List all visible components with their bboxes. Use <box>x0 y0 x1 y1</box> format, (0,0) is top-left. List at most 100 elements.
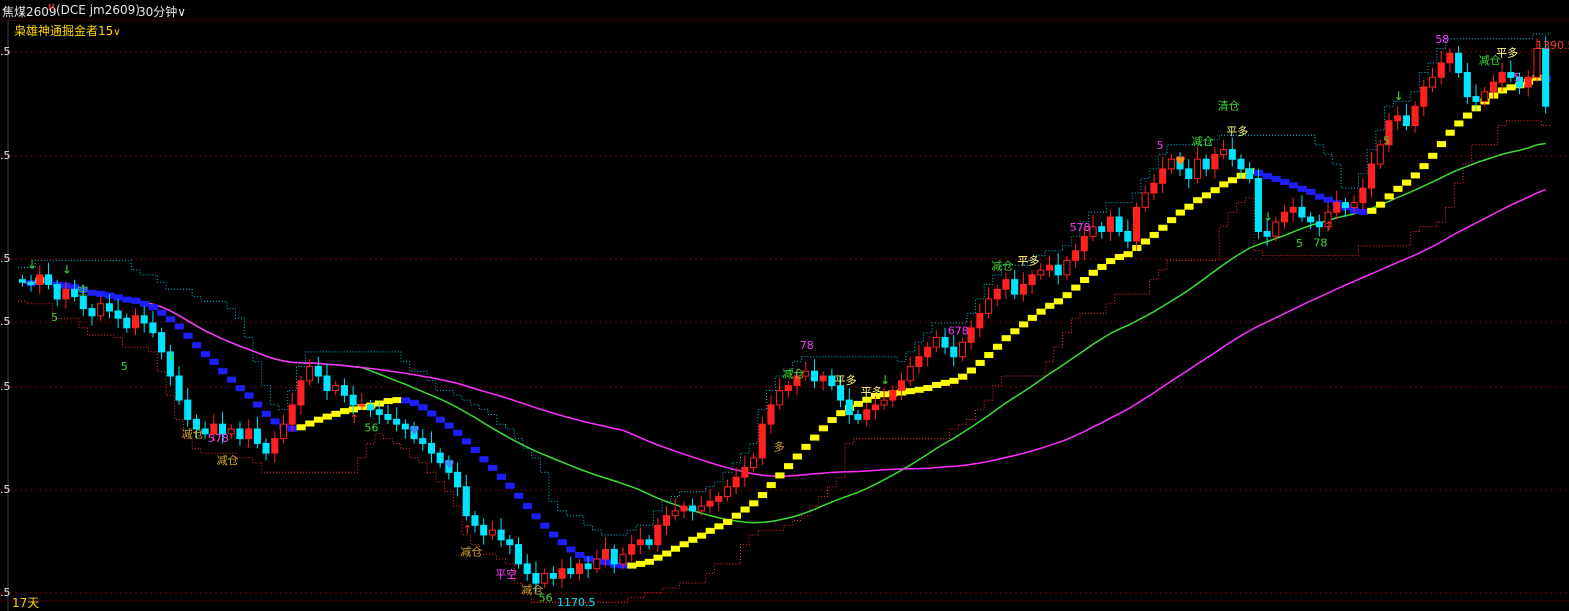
candlestick-chart[interactable]: 5空5减仓 578减仓56平空减仓减仓56多减仓78平多平多678减仓 平多5785… <box>0 20 1569 611</box>
price-tick-label: .5 <box>0 483 11 496</box>
trend-block <box>157 309 167 316</box>
candle-body <box>697 505 705 512</box>
signal-label: 多 <box>774 439 785 453</box>
trend-block <box>139 300 150 307</box>
candle-body <box>810 370 819 382</box>
candle-body <box>897 380 906 391</box>
trend-block <box>313 416 324 423</box>
trend-block <box>1436 141 1447 148</box>
trend-block <box>514 492 524 499</box>
candle-body <box>1072 250 1080 261</box>
candle-body <box>1159 168 1167 184</box>
signal-label: 平多 <box>1017 253 1039 267</box>
trend-block <box>931 381 942 388</box>
candle-body <box>1472 96 1480 102</box>
heart-icon: ♥ <box>1175 154 1186 168</box>
trend-block <box>1323 196 1333 203</box>
candle-body <box>279 423 288 440</box>
candle-body <box>558 568 566 579</box>
days-label: 17天 <box>12 596 40 610</box>
candle-body <box>427 442 436 454</box>
candle-body <box>131 315 140 329</box>
trend-block <box>1454 120 1464 127</box>
signal-label: 平多 <box>1496 46 1518 60</box>
candle-body <box>462 486 470 517</box>
candle-body <box>1185 168 1193 180</box>
upper-stop-line <box>18 33 1550 536</box>
trend-block <box>183 332 193 339</box>
candle-body <box>1350 202 1358 208</box>
signal-label: 空 <box>77 284 88 298</box>
heart-icon: ♥ <box>409 424 420 438</box>
candle-body <box>114 310 122 319</box>
trend-block <box>1158 224 1168 231</box>
candle-body <box>837 385 845 401</box>
trend-block <box>305 420 315 427</box>
candle-body <box>1106 216 1114 232</box>
trend-block <box>958 373 968 380</box>
signal-label: 减仓 <box>1191 134 1213 148</box>
trend-block <box>766 482 776 489</box>
trend-block <box>200 351 210 358</box>
trend-block <box>984 352 994 359</box>
exchange-code: (DCE jm2609) <box>56 3 140 17</box>
trend-block <box>853 400 863 407</box>
candle-body <box>889 389 897 401</box>
trend-block <box>836 410 846 417</box>
trend-block <box>148 304 158 311</box>
trend-block <box>1445 129 1455 136</box>
candle-body <box>1307 216 1315 223</box>
candle-body <box>584 563 592 570</box>
candle-body <box>488 529 496 536</box>
period-selector[interactable]: 30分钟∨ <box>138 3 186 20</box>
candle-body <box>662 515 671 526</box>
signal-label: 平多 <box>835 373 857 387</box>
trend-block <box>653 554 663 561</box>
signal-label: 578 <box>208 432 229 445</box>
candle-body <box>1037 269 1045 276</box>
candle-body <box>1098 226 1106 232</box>
candle-body <box>184 399 192 420</box>
trend-block <box>723 518 733 525</box>
candle-body <box>1124 230 1132 242</box>
trend-block <box>461 438 472 445</box>
candle-body <box>44 274 53 285</box>
candle-body <box>1489 81 1497 93</box>
candle-body <box>1298 206 1306 218</box>
price-tick-label: .5 <box>0 252 11 265</box>
trend-block <box>1079 277 1090 284</box>
candle-body <box>1533 47 1541 78</box>
trend-block <box>575 551 585 558</box>
trend-block <box>1506 84 1516 91</box>
candle-body <box>680 505 688 512</box>
trend-block <box>1184 203 1194 210</box>
trend-block <box>444 422 454 429</box>
trend-block <box>409 399 419 406</box>
candle-body <box>645 539 653 546</box>
candle-body <box>1524 76 1532 88</box>
candle-body <box>671 510 679 517</box>
trend-block <box>383 398 393 405</box>
candle-body <box>689 505 697 512</box>
trend-block <box>827 417 837 424</box>
candle-body <box>1228 149 1236 160</box>
trend-block <box>1402 179 1412 186</box>
candle-body <box>549 573 557 579</box>
trend-block <box>131 297 141 304</box>
candle-body <box>297 380 305 406</box>
trend-block <box>427 410 437 417</box>
trend-block <box>775 472 785 479</box>
candle-body <box>480 524 488 536</box>
trend-block <box>1210 187 1220 194</box>
trend-block <box>1088 269 1098 276</box>
trend-block <box>122 296 132 303</box>
chevron-down-icon: ∨ <box>177 5 187 19</box>
trend-block <box>801 443 811 450</box>
arrow-up-icon: ↑ <box>462 523 472 537</box>
candle-body <box>1420 86 1428 107</box>
trend-block <box>1027 314 1037 321</box>
candle-body <box>349 394 357 406</box>
trend-block <box>209 358 219 365</box>
trend-block <box>1271 175 1281 182</box>
trend-block <box>540 522 550 529</box>
